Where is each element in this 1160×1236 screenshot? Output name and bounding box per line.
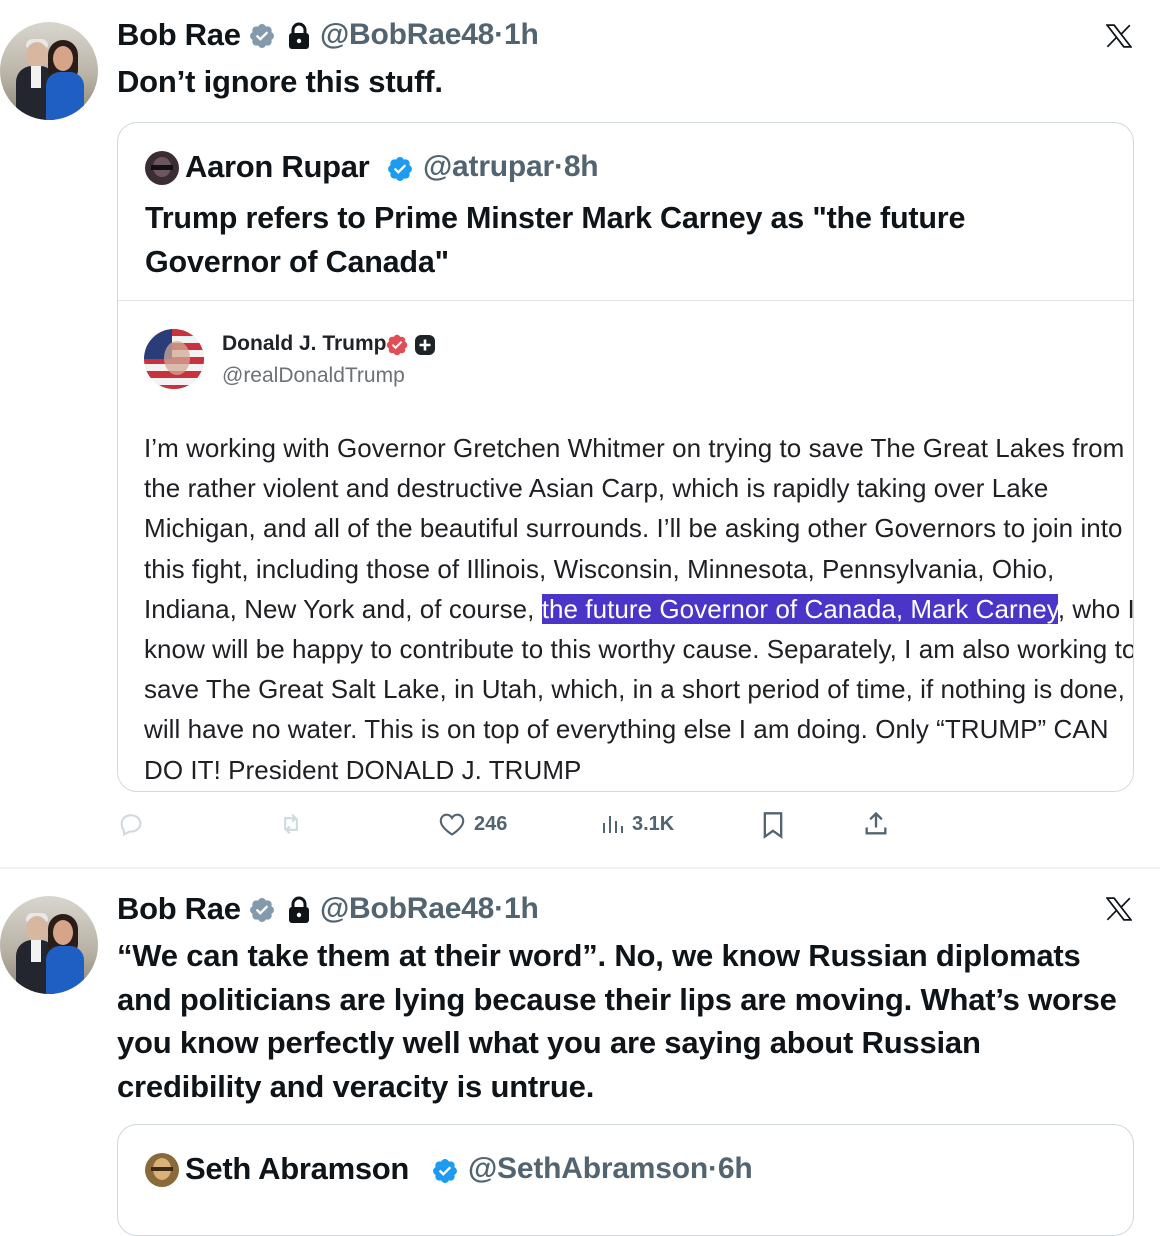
bookmark-icon bbox=[763, 812, 783, 839]
x-logo-icon[interactable] bbox=[1106, 897, 1132, 921]
x-logo-icon[interactable] bbox=[1106, 24, 1132, 48]
quoted-tweet[interactable]: Seth Abramson @SethAbramson·6h bbox=[117, 1124, 1134, 1236]
seth-abramson-avatar[interactable] bbox=[145, 1153, 179, 1187]
quote-author-handle[interactable]: @SethAbramson·6h bbox=[468, 1152, 753, 1186]
bob-rae-avatar[interactable] bbox=[0, 22, 98, 120]
tweet-text: “We can take them at their word”. No, we… bbox=[117, 938, 1117, 1104]
repost-icon bbox=[284, 813, 298, 835]
quote-author-name[interactable]: Aaron Rupar bbox=[185, 149, 370, 185]
like-button[interactable]: 246 bbox=[438, 811, 507, 837]
author-handle[interactable]: @BobRae48·1h bbox=[320, 892, 539, 926]
share-button[interactable] bbox=[862, 810, 890, 838]
plus-badge-icon bbox=[415, 335, 435, 355]
aaron-rupar-avatar[interactable] bbox=[145, 151, 179, 185]
verified-badge-icon bbox=[388, 157, 412, 181]
like-count: 246 bbox=[474, 812, 508, 835]
embedded-author-handle: @realDonaldTrump bbox=[222, 364, 405, 387]
share-icon bbox=[865, 811, 887, 835]
repost-button[interactable] bbox=[276, 810, 306, 838]
lock-icon bbox=[289, 22, 309, 49]
embedded-author-name: Donald J. Trump bbox=[222, 332, 387, 355]
tweet-text: Don’t ignore this stuff. bbox=[117, 64, 443, 99]
embedded-post-text: I’m working with Governor Gretchen Whitm… bbox=[144, 433, 1134, 785]
bob-rae-avatar[interactable] bbox=[0, 896, 98, 994]
views-count: 3.1K bbox=[632, 812, 675, 835]
quote-author-name[interactable]: Seth Abramson bbox=[185, 1151, 409, 1187]
highlighted-text: the future Governor of Canada, Mark Carn… bbox=[541, 593, 1058, 624]
views-button[interactable]: 3.1K bbox=[600, 811, 674, 837]
like-icon bbox=[439, 813, 465, 836]
quote-text: Trump refers to Prime Minster Mark Carne… bbox=[145, 201, 966, 279]
lock-icon bbox=[289, 896, 309, 923]
bookmark-button[interactable] bbox=[761, 811, 785, 839]
tweet-divider bbox=[0, 867, 1160, 869]
quoted-tweet[interactable]: Aaron Rupar @atrupar·8h Trump refers to … bbox=[117, 122, 1134, 792]
verified-badge-icon bbox=[250, 24, 274, 48]
author-name[interactable]: Bob Rae bbox=[117, 17, 241, 53]
author-name[interactable]: Bob Rae bbox=[117, 891, 241, 927]
reply-icon bbox=[120, 814, 142, 837]
verified-badge-icon bbox=[433, 1159, 457, 1183]
views-icon bbox=[603, 816, 623, 833]
reply-button[interactable] bbox=[117, 810, 145, 838]
trump-avatar bbox=[144, 329, 204, 389]
quote-author-handle[interactable]: @atrupar·8h bbox=[423, 150, 599, 184]
verified-badge-icon bbox=[250, 898, 274, 922]
verified-badge-icon bbox=[386, 334, 408, 356]
embedded-post-screenshot: Donald J. Trump @realDonaldTrump I’m wor… bbox=[118, 300, 1134, 791]
author-handle[interactable]: @BobRae48·1h bbox=[320, 18, 539, 52]
